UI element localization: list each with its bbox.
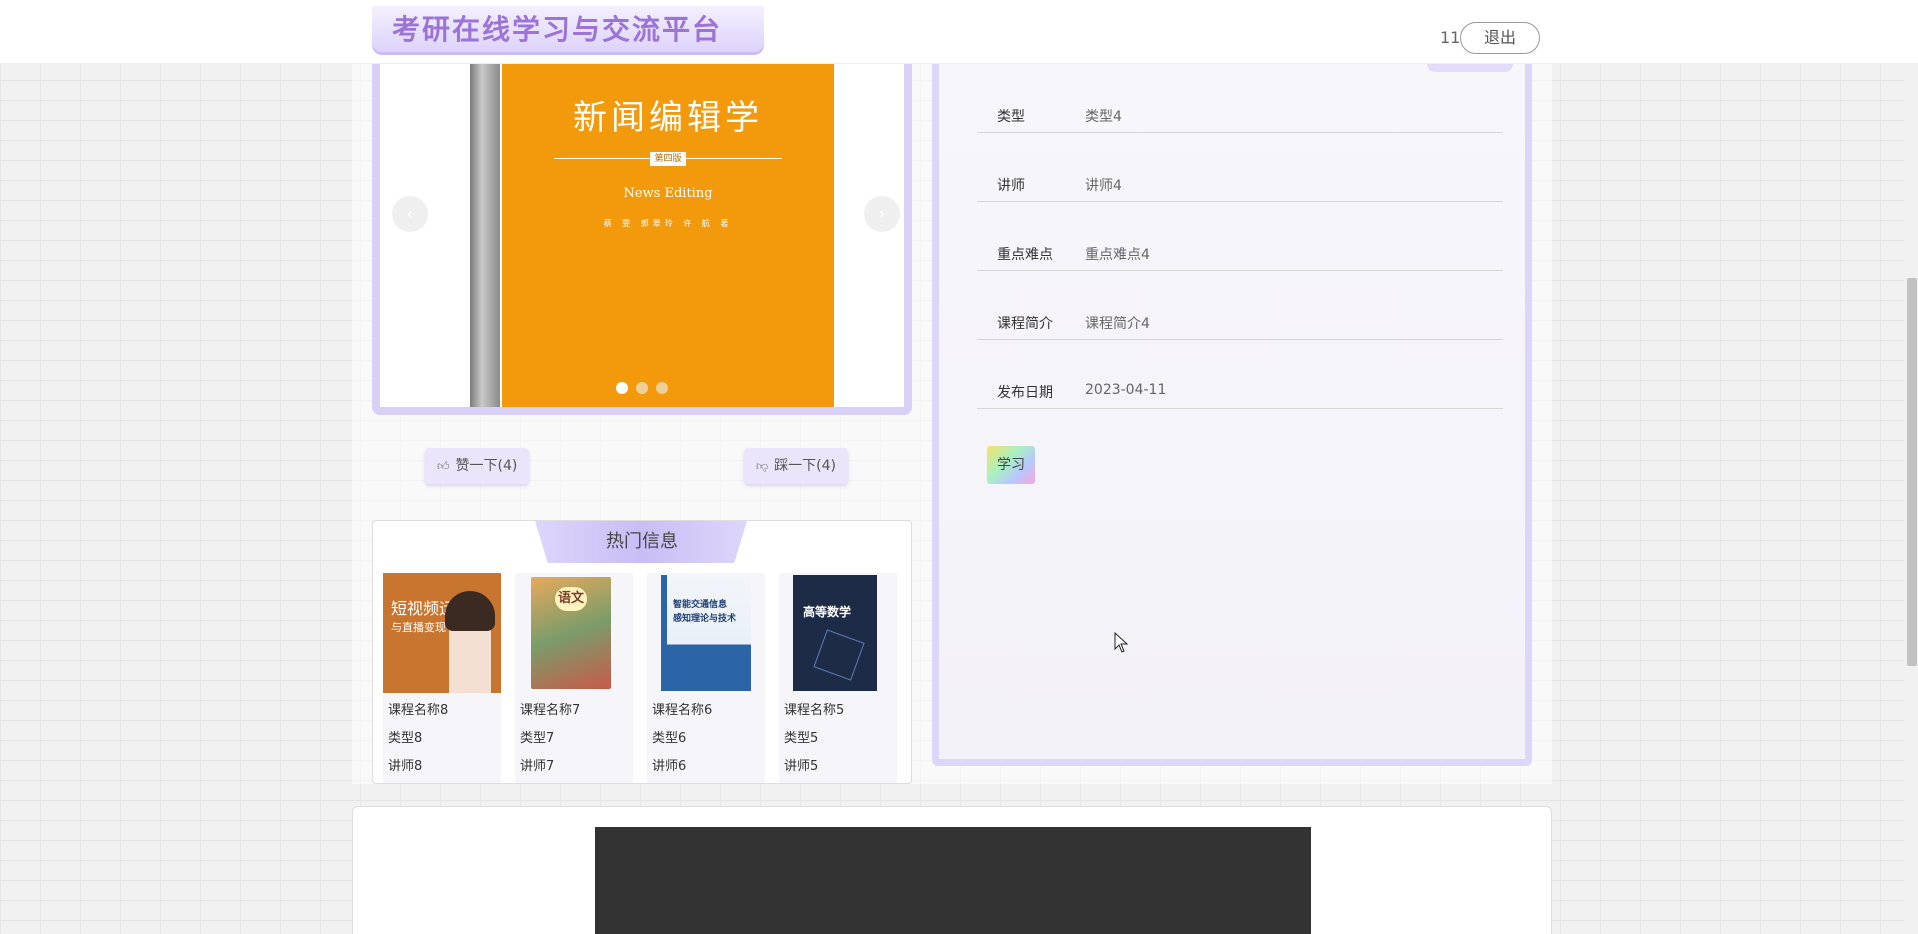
hot-item-name: 课程名称8 bbox=[388, 703, 449, 718]
hot-item-name: 课程名称7 bbox=[520, 703, 581, 718]
detail-value: 讲师4 bbox=[1085, 178, 1122, 194]
detail-row-publish-date: 发布日期 2023-04-11 bbox=[977, 340, 1503, 409]
book-spine-image bbox=[470, 64, 500, 407]
like-label: 赞一下(4) bbox=[455, 458, 518, 474]
detail-label: 课程简介 bbox=[997, 316, 1053, 332]
video-section bbox=[352, 806, 1552, 934]
dislike-label: 踩一下(4) bbox=[774, 458, 837, 474]
course-detail-panel: 类型 类型4 讲师 讲师4 重点难点 重点难点4 课程简介 课程简介4 发布日期… bbox=[932, 58, 1532, 766]
hot-item-teacher: 讲师7 bbox=[520, 759, 555, 774]
detail-label: 重点难点 bbox=[997, 247, 1053, 263]
carousel-dot-2[interactable] bbox=[636, 382, 648, 394]
chevron-left-icon: ‹ bbox=[406, 204, 414, 223]
hot-item-cover-image: 高等数学 bbox=[779, 573, 897, 693]
carousel-indicators bbox=[616, 382, 668, 394]
hot-item-cover-image: 语文 bbox=[515, 573, 633, 693]
cover-authors: 蔡 雯 郭翠玲 许 航 著 bbox=[603, 219, 733, 228]
hot-item-name: 课程名称5 bbox=[784, 703, 845, 718]
cover-subtitle: News Editing bbox=[623, 186, 713, 201]
hot-item[interactable]: 高等数学 课程名称5 类型5 讲师5 bbox=[779, 573, 897, 783]
detail-label: 发布日期 bbox=[997, 385, 1053, 401]
carousel-dot-3[interactable] bbox=[656, 382, 668, 394]
hot-info-panel: 热门信息 短视频运营 与直播变现 课程名称8 类型8 讲师8 语文 课程名称7 … bbox=[372, 520, 912, 784]
hot-item-cover-image: 智能交通信息 感知理论与技术 bbox=[647, 573, 765, 693]
hot-item[interactable]: 语文 课程名称7 类型7 讲师7 bbox=[515, 573, 633, 783]
detail-row-teacher: 讲师 讲师4 bbox=[977, 133, 1503, 202]
dislike-button[interactable]: 👎︎ 踩一下(4) bbox=[744, 448, 849, 484]
hot-item-type: 类型7 bbox=[520, 731, 555, 746]
detail-value: 类型4 bbox=[1085, 109, 1122, 125]
detail-row-type: 类型 类型4 bbox=[977, 64, 1503, 133]
hot-item-cover-image: 短视频运营 与直播变现 bbox=[383, 573, 501, 693]
hot-info-title: 热门信息 bbox=[606, 531, 678, 552]
mouse-cursor-icon bbox=[1114, 632, 1129, 653]
detail-value: 重点难点4 bbox=[1085, 247, 1150, 263]
hot-item-type: 类型8 bbox=[388, 731, 423, 746]
hot-item-teacher: 讲师5 bbox=[784, 759, 819, 774]
detail-value: 课程简介4 bbox=[1085, 316, 1150, 332]
detail-value: 2023-04-11 bbox=[1085, 382, 1167, 398]
thumbs-down-icon: 👎︎ bbox=[756, 459, 769, 473]
chevron-right-icon: › bbox=[878, 204, 886, 223]
hot-item-teacher: 讲师6 bbox=[652, 759, 687, 774]
hot-item[interactable]: 短视频运营 与直播变现 课程名称8 类型8 讲师8 bbox=[383, 573, 501, 783]
like-button[interactable]: 👍︎ 赞一下(4) bbox=[425, 448, 530, 484]
carousel-next-button[interactable]: › bbox=[864, 196, 900, 232]
cover-edition: 第四版 bbox=[650, 152, 686, 166]
hot-item-type: 类型5 bbox=[784, 731, 819, 746]
site-title: 考研在线学习与交流平台 bbox=[392, 13, 723, 46]
carousel-dot-1[interactable] bbox=[616, 382, 628, 394]
top-header: 考研在线学习与交流平台 11 退出 bbox=[0, 0, 1918, 64]
thumbs-up-icon: 👍︎ bbox=[437, 459, 450, 473]
cover-title: 新闻编辑学 bbox=[573, 98, 763, 138]
detail-row-intro: 课程简介 课程简介4 bbox=[977, 271, 1503, 340]
hot-item-teacher: 讲师8 bbox=[388, 759, 423, 774]
study-button[interactable]: 学习 bbox=[987, 446, 1035, 484]
video-player[interactable] bbox=[595, 827, 1311, 934]
detail-label: 讲师 bbox=[997, 178, 1025, 194]
carousel-prev-button[interactable]: ‹ bbox=[392, 196, 428, 232]
username-display: 11 bbox=[1440, 28, 1461, 47]
page-scrollbar-thumb[interactable] bbox=[1907, 278, 1917, 666]
image-carousel: 新闻编辑学 第四版 News Editing 蔡 雯 郭翠玲 许 航 著 ‹ › bbox=[372, 64, 912, 415]
hot-item-type: 类型6 bbox=[652, 731, 687, 746]
detail-row-key-points: 重点难点 重点难点4 bbox=[977, 202, 1503, 271]
hot-item-name: 课程名称6 bbox=[652, 703, 713, 718]
book-cover-image: 新闻编辑学 第四版 News Editing 蔡 雯 郭翠玲 许 航 著 bbox=[502, 64, 834, 407]
logout-button[interactable]: 退出 bbox=[1460, 22, 1540, 54]
detail-label: 类型 bbox=[997, 109, 1025, 125]
brand-banner: 考研在线学习与交流平台 bbox=[372, 6, 764, 52]
hot-item[interactable]: 智能交通信息 感知理论与技术 课程名称6 类型6 讲师6 bbox=[647, 573, 765, 783]
